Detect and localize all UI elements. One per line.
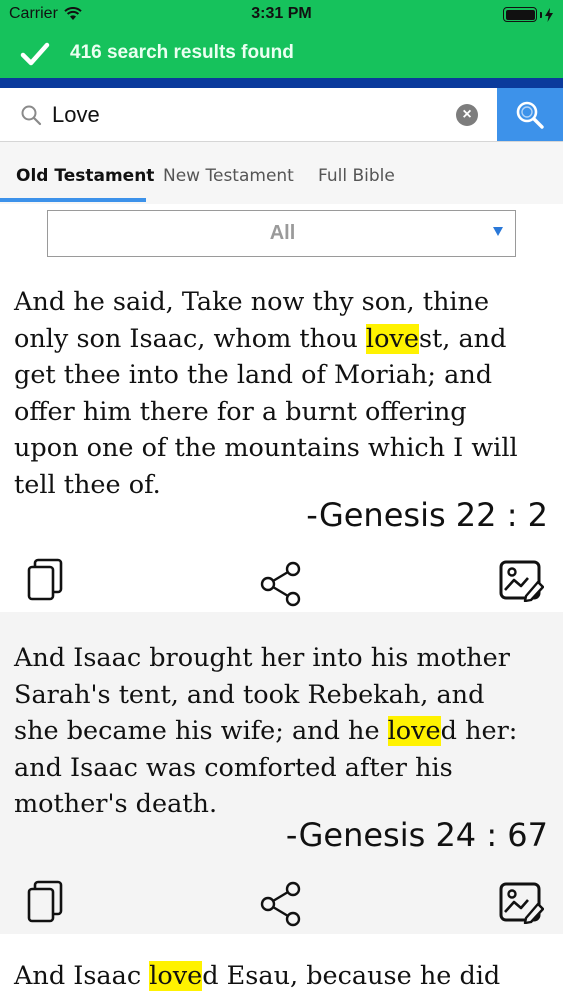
verse-reference: -Genesis 24 : 67 [285, 816, 548, 854]
verse-line: only son Isaac, whom thou lovest, and [14, 323, 507, 354]
image-edit-icon [499, 882, 544, 924]
search-icon [21, 105, 42, 126]
share-icon [260, 561, 301, 607]
search-highlight: love [387, 716, 441, 746]
verse-line: and Isaac was comforted after his [14, 752, 453, 783]
image-button[interactable] [497, 878, 545, 926]
verse-text: And Isaac brought her into his mother Sa… [14, 640, 554, 823]
verse-actions [0, 874, 563, 934]
verse-text: And he said, Take now thy son, thine onl… [14, 284, 554, 503]
battery-icon [503, 7, 553, 22]
clear-icon[interactable]: × [456, 104, 478, 126]
active-tab-indicator [0, 198, 146, 202]
charging-icon [545, 7, 553, 22]
verse-text: And Isaac loved Esau, because he did [14, 958, 554, 995]
search-input[interactable] [52, 98, 432, 132]
search-bar: × [0, 88, 563, 142]
search-icon [516, 101, 544, 129]
verse-line: And Isaac loved Esau, because he did [14, 961, 501, 991]
search-highlight: love [149, 961, 203, 991]
status-time: 3:31 PM [251, 5, 312, 22]
copy-button[interactable] [22, 556, 70, 604]
verse-line: get thee into the land of Moriah; and [14, 360, 493, 390]
verse-card: And Isaac loved Esau, because he did [0, 934, 563, 1000]
copy-icon [27, 558, 63, 601]
filter-selected-value: All [269, 222, 296, 244]
results-toast: 416 search results found [0, 30, 563, 78]
verse-card: And Isaac brought her into his mother Sa… [0, 612, 563, 934]
verse-actions [0, 554, 563, 614]
verse-line: And Isaac brought her into his mother [14, 643, 510, 673]
book-filter-dropdown[interactable]: All [47, 210, 516, 257]
chevron-down-icon [493, 227, 503, 236]
search-highlight: love [365, 323, 419, 354]
verse-line: upon one of the mountains which I will [14, 433, 518, 463]
share-icon [260, 881, 301, 927]
copy-button[interactable] [22, 878, 70, 926]
image-button[interactable] [497, 556, 545, 604]
tab-new-testament[interactable]: New Testament [163, 166, 294, 186]
share-button[interactable] [257, 560, 305, 608]
tab-full-bible[interactable]: Full Bible [318, 166, 395, 186]
testament-tabs: Old Testament New Testament Full Bible [0, 142, 563, 204]
verse-reference: -Genesis 22 : 2 [306, 496, 548, 534]
verse-line: she became his wife; and he loved her: [14, 716, 518, 746]
verse-card: And he said, Take now thy son, thine onl… [0, 262, 563, 612]
status-bar: Carrier 3:31 PM [0, 0, 563, 30]
toast-message: 416 search results found [70, 42, 294, 63]
verse-line: offer him there for a burnt offering [14, 396, 467, 427]
share-button[interactable] [257, 880, 305, 928]
copy-icon [27, 880, 63, 923]
verse-line: And he said, Take now thy son, thine [14, 287, 490, 317]
tab-old-testament[interactable]: Old Testament [16, 166, 154, 186]
header-divider [0, 78, 563, 88]
check-icon [20, 42, 50, 66]
search-button[interactable] [497, 88, 563, 141]
image-edit-icon [499, 560, 544, 602]
verse-line: Sarah's tent, and took Rebekah, and [14, 679, 485, 710]
